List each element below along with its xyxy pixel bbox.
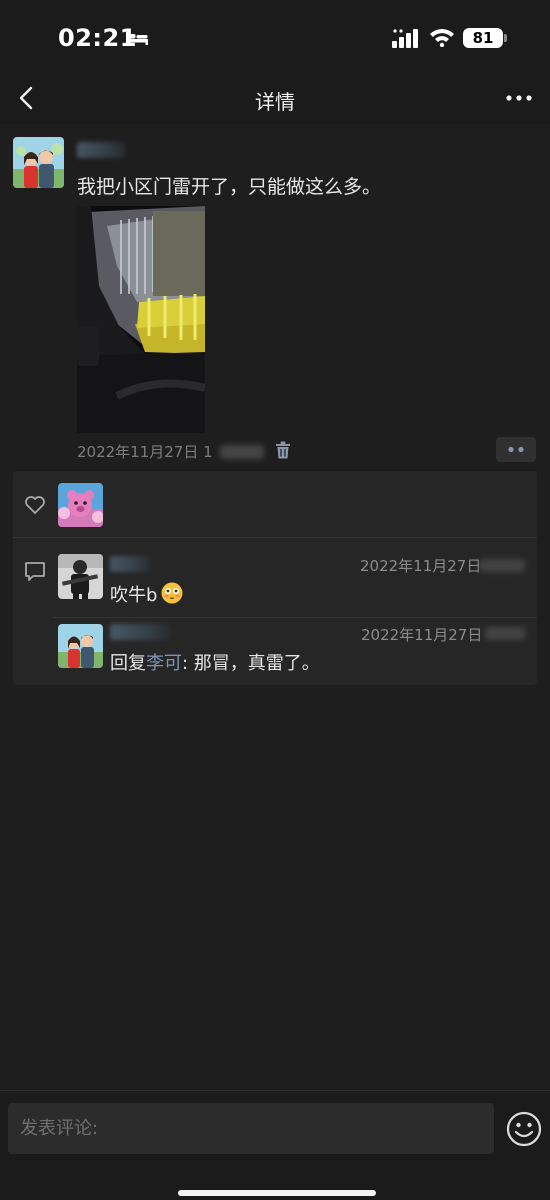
commenter-name-blurred[interactable] xyxy=(110,556,150,572)
post-action-button[interactable] xyxy=(496,437,536,462)
reply-timestamp: 2022年11月27日 xyxy=(361,626,483,644)
reply-text[interactable]: 回复李可: 那冒，真雷了。 xyxy=(110,649,320,675)
bed-icon xyxy=(126,32,148,45)
panel-divider xyxy=(13,537,537,538)
post-detail: 我把小区门雷开了，只能做这么多。 2022年11月27日 1 2022年11月2… xyxy=(0,124,550,1090)
comment-bar xyxy=(0,1090,550,1200)
comment-timestamp: 2022年11月27日 xyxy=(360,557,482,575)
dots-icon xyxy=(508,446,524,453)
post-author-name-blurred[interactable] xyxy=(77,142,125,158)
reply-prefix: 回复 xyxy=(110,653,146,674)
post-text: 我把小区门雷开了，只能做这么多。 xyxy=(77,176,382,198)
comment-icon xyxy=(25,562,45,581)
battery-cap xyxy=(504,34,507,42)
reply-target-name[interactable]: 李可 xyxy=(146,653,182,674)
comment-divider xyxy=(53,617,537,618)
replier-avatar[interactable] xyxy=(58,624,103,668)
signal-icon xyxy=(392,29,418,48)
flushed-face-icon xyxy=(161,582,183,604)
nav-bar: 详情 xyxy=(0,74,550,124)
post-time-blurred xyxy=(220,445,264,459)
liker-avatar[interactable] xyxy=(58,483,103,527)
replier-name-blurred[interactable] xyxy=(110,624,170,640)
more-icon[interactable] xyxy=(505,86,533,110)
comment-text[interactable]: 吹牛b xyxy=(110,581,157,607)
post-timestamp: 2022年11月27日 1 xyxy=(77,443,213,461)
trash-icon[interactable] xyxy=(275,441,291,459)
heart-icon xyxy=(25,496,45,514)
reply-time-blurred xyxy=(485,627,525,640)
reply-body: : 那冒，真雷了。 xyxy=(182,653,320,674)
comment-input[interactable] xyxy=(8,1103,494,1154)
interaction-panel: 2022年11月27日 吹牛b 2022年11月27日 回复李可: 那冒，真雷了… xyxy=(13,471,537,685)
page-title: 详情 xyxy=(255,90,295,114)
battery-indicator: 81 xyxy=(463,28,503,48)
post-author-avatar[interactable] xyxy=(13,137,64,188)
comment-time-blurred xyxy=(479,559,525,572)
post-photo[interactable] xyxy=(77,206,205,433)
home-indicator[interactable] xyxy=(178,1190,376,1196)
emoji-icon[interactable] xyxy=(506,1111,542,1147)
commenter-avatar[interactable] xyxy=(58,554,103,599)
status-bar: 02:21 81 xyxy=(0,0,550,74)
wifi-icon xyxy=(430,29,454,47)
